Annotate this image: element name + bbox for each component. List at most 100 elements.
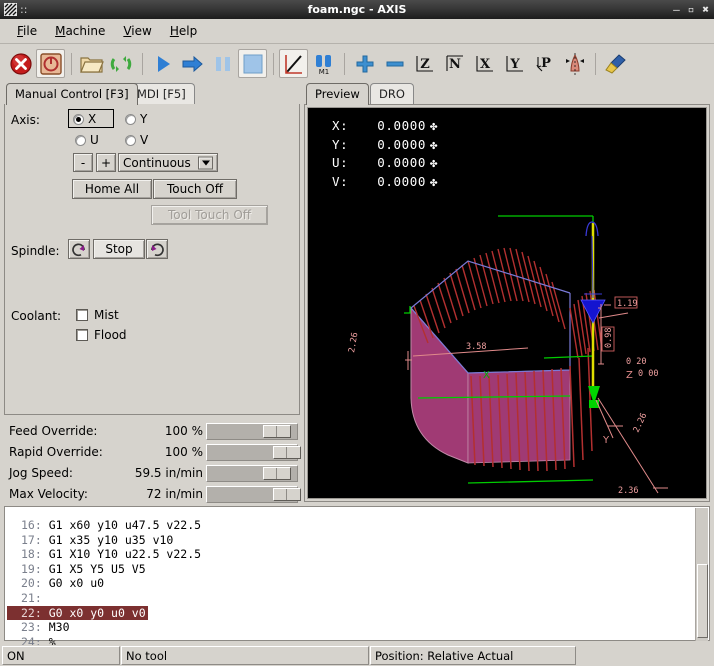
step-program-icon[interactable] (178, 49, 207, 78)
checkbox-box (76, 329, 88, 341)
tool-clear-icon[interactable] (560, 49, 589, 78)
scrollbar-thumb[interactable] (697, 564, 708, 638)
home-all-button[interactable]: Home All (72, 179, 152, 199)
menu-view[interactable]: View (114, 21, 160, 41)
view-x-icon[interactable]: X (470, 49, 499, 78)
slider-handle[interactable] (263, 425, 291, 438)
chevron-down-icon[interactable] (198, 156, 213, 169)
tab-manual-control[interactable]: Manual Control [F3] (6, 83, 138, 105)
preview-canvas[interactable]: 1.19 0.98 2.26 3.58 2.36 2.26 0 20 0 00 … (307, 107, 707, 499)
menu-help[interactable]: Help (161, 21, 206, 41)
gcode-line[interactable]: 19: G1 X5 Y5 U5 V5 (7, 562, 697, 577)
stop-program-icon[interactable] (238, 49, 267, 78)
axis-radio-x[interactable]: X (73, 112, 96, 126)
toolbar-separator (344, 53, 345, 75)
gcode-line-number: 17: (21, 533, 42, 547)
menu-machine[interactable]: Machine (46, 21, 114, 41)
jog-increment-select[interactable]: Continuous (118, 153, 218, 172)
gcode-line[interactable]: 16: G1 x60 y10 u47.5 v22.5 (7, 518, 697, 533)
feed-override-slider[interactable] (206, 423, 298, 440)
gcode-line-number: 21: (21, 591, 42, 605)
gcode-line-text: G1 x35 y10 u35 v10 (49, 533, 174, 547)
dro-axis-y: Y: (332, 136, 358, 155)
minimize-icon[interactable]: – (673, 4, 680, 15)
slider-handle[interactable] (273, 446, 301, 459)
extent-label-2: 0 00 (638, 369, 658, 379)
svg-text:N: N (449, 57, 461, 72)
gcode-line-text: G0 x0 y0 u0 v0 (49, 606, 146, 620)
jog-plus-button[interactable]: + (96, 153, 116, 172)
zoom-in-icon[interactable] (350, 49, 379, 78)
manual-control-panel: Axis: X Y U V - + Continuous Home All To… (4, 104, 300, 415)
gcode-line-number: 19: (21, 562, 42, 576)
coolant-flood-checkbox[interactable]: Flood (76, 328, 127, 342)
slider-handle[interactable] (263, 467, 291, 480)
max-velocity-slider[interactable] (206, 486, 298, 503)
preview-pane[interactable]: 1.19 0.98 2.26 3.58 2.36 2.26 0 20 0 00 … (304, 104, 710, 502)
pause-program-icon[interactable] (208, 49, 237, 78)
zoom-out-icon[interactable] (380, 49, 409, 78)
radio-dot (75, 135, 86, 146)
axis-application-window: :: foam.ngc - AXIS – ▫ ✖ File Machine Vi… (0, 0, 714, 666)
toolbar-separator (595, 53, 596, 75)
view-y-icon[interactable]: Y (500, 49, 529, 78)
dro-row-x: X:0.0000✤ (332, 117, 442, 136)
status-machine-state: ON (2, 646, 120, 665)
gcode-line[interactable]: 17: G1 x35 y10 u35 v10 (7, 533, 697, 548)
reload-file-icon[interactable] (107, 49, 136, 78)
spindle-stop-button[interactable]: Stop (93, 239, 145, 259)
menu-view-label: iew (131, 24, 152, 38)
view-z-icon[interactable]: Z (410, 49, 439, 78)
clear-plot-icon[interactable] (601, 49, 630, 78)
gcode-line[interactable]: 18: G1 X10 Y10 u22.5 v22.5 (7, 547, 697, 562)
skip-optional-lines-icon[interactable] (279, 49, 308, 78)
dro-row-y: Y:0.0000✤ (332, 136, 442, 155)
checkbox-box (76, 309, 88, 321)
dim-label-5: 2.36 (618, 486, 638, 496)
coolant-mist-checkbox[interactable]: Mist (76, 308, 119, 322)
rapid-override-value: 100 % (104, 445, 203, 459)
tool-touch-off-button: Tool Touch Off (151, 205, 268, 225)
dro-value-v: 0.0000 (358, 173, 426, 192)
touch-off-button[interactable]: Touch Off (153, 179, 237, 199)
view-z2-icon[interactable]: N (440, 49, 469, 78)
open-file-icon[interactable] (77, 49, 106, 78)
coolant-label: Coolant: (11, 309, 61, 323)
jog-minus-button[interactable]: - (73, 153, 93, 172)
jog-speed-label: Jog Speed: (9, 466, 73, 480)
status-tool: No tool (121, 646, 369, 665)
gcode-line-number: 18: (21, 547, 42, 561)
left-tab-strip: Manual Control [F3] MDI [F5] (6, 83, 296, 105)
menu-machine-label: achine (65, 24, 105, 38)
jog-speed-slider[interactable] (206, 465, 298, 482)
optional-stop-icon[interactable]: M1 (309, 49, 338, 78)
axis-radio-y[interactable]: Y (125, 112, 147, 126)
tab-preview[interactable]: Preview (306, 83, 369, 105)
gcode-line-current[interactable]: 22: G0 x0 y0 u0 v0 (7, 606, 148, 621)
gcode-line[interactable]: 20: G0 x0 u0 (7, 576, 697, 591)
rapid-override-slider[interactable] (206, 444, 298, 461)
spindle-cw-icon[interactable] (146, 239, 168, 259)
gcode-line-text: G1 X5 Y5 U5 V5 (49, 562, 146, 576)
run-program-icon[interactable] (148, 49, 177, 78)
view-p-icon[interactable]: P (530, 49, 559, 78)
tab-mdi[interactable]: MDI [F5] (128, 83, 195, 104)
estop-icon[interactable] (6, 49, 35, 78)
maximize-icon[interactable]: ▫ (688, 4, 695, 15)
spindle-ccw-icon[interactable] (68, 239, 90, 259)
feed-override-label: Feed Override: (9, 424, 97, 438)
gcode-listing-pane[interactable]: 16: G1 x60 y10 u47.5 v22.5 17: G1 x35 y1… (4, 506, 710, 641)
gcode-line-number: 23: (21, 620, 42, 634)
gcode-line[interactable]: 21: (7, 591, 697, 606)
axis-radio-v[interactable]: V (125, 133, 148, 147)
gcode-line[interactable]: 23: M30 (7, 620, 697, 635)
slider-handle[interactable] (273, 488, 301, 501)
jog-increment-value: Continuous (123, 156, 191, 170)
gcode-scrollbar[interactable] (695, 508, 708, 641)
axis-radio-u[interactable]: U (75, 133, 99, 147)
machine-power-icon[interactable] (36, 49, 65, 78)
tab-dro[interactable]: DRO (370, 83, 414, 104)
close-icon[interactable]: ✖ (702, 4, 709, 15)
menu-file[interactable]: File (8, 21, 46, 41)
dro-value-y: 0.0000 (358, 136, 426, 155)
